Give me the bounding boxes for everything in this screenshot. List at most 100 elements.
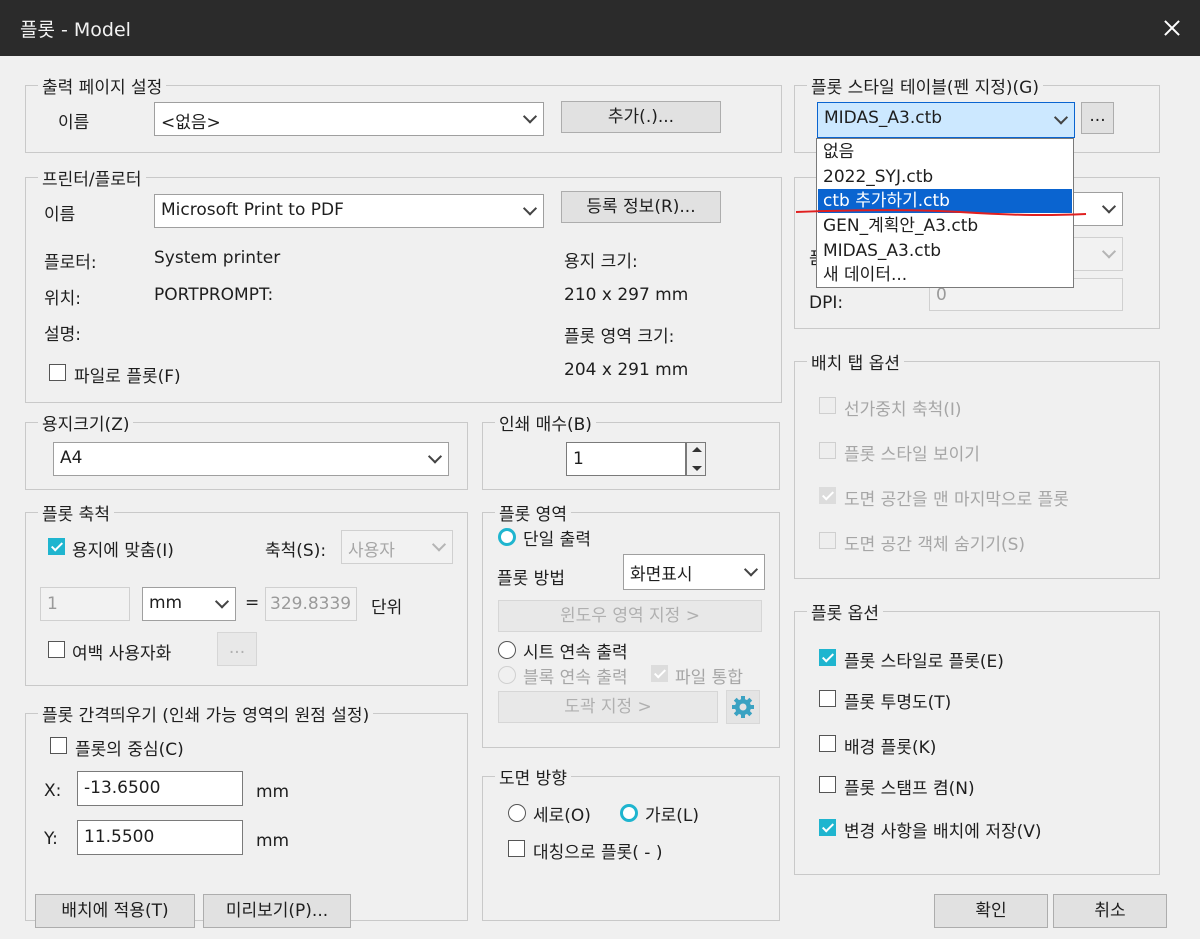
- scale-unit-select[interactable]: mm: [142, 587, 236, 621]
- plot-style-option-selected[interactable]: ctb 추가하기.ctb: [818, 189, 1072, 213]
- offset-x-label: X:: [44, 781, 62, 801]
- printer-group: 프린터/플로터 이름 Microsoft Print to PDF 등록 정보(…: [25, 165, 782, 403]
- orientation-legend: 도면 방향: [495, 764, 571, 789]
- scale-select[interactable]: 사용자: [341, 530, 453, 564]
- plot-options-legend: 플롯 옵션: [807, 599, 883, 624]
- paperspace-last-checkbox[interactable]: [819, 487, 836, 504]
- plot-method-value: 화면표시: [630, 565, 693, 585]
- plot-style-option[interactable]: 2022_SYJ.ctb: [818, 165, 1072, 189]
- plot-style-table-select[interactable]: MIDAS_A3.ctb: [817, 102, 1075, 138]
- chevron-down-icon: [522, 109, 538, 124]
- scale-value-input[interactable]: 1: [40, 587, 130, 621]
- orientation-group: 도면 방향 세로(O) 가로(L) 대칭으로 플롯( - ): [482, 764, 780, 921]
- background-plot-checkbox[interactable]: [819, 735, 836, 752]
- merge-files-checkbox[interactable]: [651, 665, 668, 682]
- plot-style-option[interactable]: MIDAS_A3.ctb: [818, 239, 1072, 263]
- plot-stamp-checkbox[interactable]: [819, 776, 836, 793]
- close-icon[interactable]: [1144, 0, 1200, 56]
- sheet-batch-label: 시트 연속 출력: [523, 643, 628, 663]
- center-plot-label: 플롯의 중심(C): [75, 740, 184, 760]
- copies-spinner[interactable]: [686, 442, 706, 476]
- window-area-button[interactable]: 윈도우 영역 지정 >: [498, 600, 762, 632]
- title-bar: 플롯 - Model: [0, 0, 1200, 56]
- scale-label: 축척(S):: [265, 541, 327, 561]
- block-batch-label: 블록 연속 출력: [523, 668, 628, 688]
- chevron-down-icon: [1101, 199, 1117, 214]
- plot-scale-legend: 플롯 축척: [38, 500, 114, 525]
- plot-style-option[interactable]: 없음: [818, 140, 1072, 164]
- show-plot-styles-checkbox[interactable]: [819, 442, 836, 459]
- page-setup-name-value: <없음>: [161, 113, 221, 133]
- paper-size-select-value: A4: [60, 448, 83, 468]
- description-label: 설명:: [44, 325, 82, 345]
- cancel-button[interactable]: 취소: [1053, 894, 1167, 928]
- edit-plot-style-button[interactable]: ...: [1081, 102, 1114, 134]
- plot-offset-legend: 플롯 간격띄우기 (인쇄 가능 영역의 원점 설정): [38, 701, 374, 726]
- block-batch-radio[interactable]: [498, 666, 516, 684]
- plot-area-size-value: 204 x 291 mm: [564, 360, 689, 380]
- paper-size-value: 210 x 297 mm: [564, 285, 689, 305]
- plot-stamp-label: 플롯 스탬프 켬(N): [844, 779, 975, 799]
- plot-style-option[interactable]: GEN_계획안_A3.ctb: [818, 214, 1072, 238]
- portrait-radio[interactable]: [508, 804, 526, 822]
- printer-legend: 프린터/플로터: [38, 165, 146, 190]
- ok-button[interactable]: 확인: [934, 894, 1048, 928]
- location-value: PORTPROMPT:: [154, 285, 274, 305]
- fit-to-paper-label: 용지에 맞춤(I): [72, 541, 174, 561]
- page-setup-name-select[interactable]: <없음>: [154, 102, 544, 136]
- center-plot-checkbox[interactable]: [50, 737, 67, 754]
- paper-size-select[interactable]: A4: [53, 442, 449, 476]
- hide-objects-label: 도면 공간 객체 숨기기(S): [844, 535, 1026, 555]
- chevron-down-icon: [431, 537, 447, 552]
- sheet-batch-radio[interactable]: [498, 641, 516, 659]
- single-output-radio[interactable]: [498, 528, 516, 546]
- chevron-down-icon: [743, 562, 759, 577]
- plot-style-dropdown-list: 없음 2022_SYJ.ctb ctb 추가하기.ctb GEN_계획안_A3.…: [816, 138, 1074, 288]
- preview-button[interactable]: 미리보기(P)...: [203, 894, 351, 928]
- upside-down-checkbox[interactable]: [508, 840, 525, 857]
- drawing-frame-button[interactable]: 도곽 지정 >: [498, 691, 718, 723]
- layout-tab-options-group: 배치 탭 옵션 선가중치 축척(I) 플롯 스타일 보이기 도면 공간을 맨 마…: [794, 349, 1160, 579]
- plot-options-group: 플롯 옵션 플롯 스타일로 플롯(E) 플롯 투명도(T) 배경 플롯(K) 플…: [794, 599, 1160, 875]
- hide-objects-checkbox[interactable]: [819, 532, 836, 549]
- landscape-radio[interactable]: [620, 804, 638, 822]
- copies-input[interactable]: 1: [566, 442, 686, 476]
- plot-dialog: 플롯 - Model 출력 페이지 설정 이름 <없음> 추가(.)... 프린…: [0, 0, 1200, 939]
- copies-group: 인쇄 매수(B) 1: [482, 410, 780, 490]
- offset-y-label: Y:: [44, 829, 58, 849]
- save-changes-checkbox[interactable]: [819, 819, 836, 836]
- plot-with-styles-checkbox[interactable]: [819, 649, 836, 666]
- plot-method-select[interactable]: 화면표시: [623, 554, 765, 590]
- add-page-setup-button[interactable]: 추가(.)...: [561, 101, 721, 133]
- spin-up-icon[interactable]: [692, 447, 702, 452]
- apply-to-layout-button[interactable]: 배치에 적용(T): [35, 894, 195, 928]
- plot-transparency-checkbox[interactable]: [819, 690, 836, 707]
- offset-y-input[interactable]: 11.5500: [77, 820, 243, 855]
- custom-margins-checkbox[interactable]: [48, 641, 65, 658]
- lineweights-checkbox[interactable]: [819, 397, 836, 414]
- plotter-label: 플로터:: [44, 253, 97, 273]
- merge-files-label: 파일 통합: [675, 668, 743, 688]
- landscape-label: 가로(L): [645, 806, 700, 826]
- printer-name-select[interactable]: Microsoft Print to PDF: [154, 194, 544, 228]
- paper-size-label: 용지 크기:: [564, 252, 638, 272]
- show-plot-styles-label: 플롯 스타일 보이기: [844, 445, 980, 465]
- offset-y-unit: mm: [256, 831, 290, 851]
- spin-down-icon[interactable]: [692, 466, 702, 471]
- plot-area-group: 플롯 영역 단일 출력 플롯 방법 화면표시 윈도우 영역 지정 > 시트 연속…: [482, 500, 780, 748]
- offset-x-input[interactable]: -13.6500: [77, 771, 243, 806]
- equals-sign: =: [245, 593, 260, 613]
- background-plot-label: 배경 플롯(K): [844, 738, 937, 758]
- settings-gear-button[interactable]: [726, 690, 760, 724]
- scale-units-input[interactable]: 329.8339: [265, 587, 357, 621]
- margins-more-button[interactable]: ...: [217, 632, 257, 666]
- plot-style-table-legend: 플롯 스타일 테이블(펜 지정)(G): [807, 73, 1043, 98]
- offset-x-unit: mm: [256, 782, 290, 802]
- fit-to-paper-checkbox[interactable]: [48, 538, 65, 555]
- chevron-down-icon: [1101, 244, 1117, 259]
- gear-icon: [732, 696, 754, 718]
- plot-style-option[interactable]: 새 데이터...: [818, 263, 1072, 287]
- plot-to-file-checkbox[interactable]: [49, 364, 66, 381]
- printer-name-label: 이름: [44, 205, 76, 225]
- printer-properties-button[interactable]: 등록 정보(R)...: [561, 191, 721, 223]
